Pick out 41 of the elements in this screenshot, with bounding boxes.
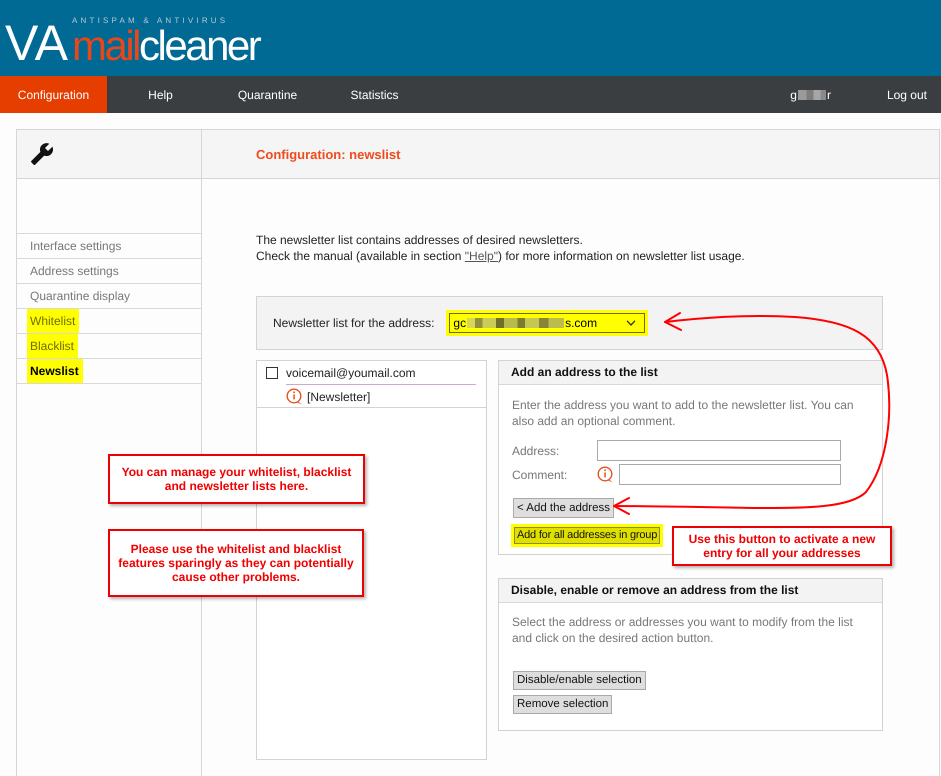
user-name: g r (790, 86, 831, 102)
panel-description: Enter the address you want to add to the newsletter list. You can also add an optional comment. (512, 397, 855, 429)
nav-tab[interactable]: Quarantine (214, 76, 321, 113)
sidebar-item[interactable]: Address settings (17, 259, 201, 284)
entry-comment: [Newsletter] (307, 388, 370, 404)
chevron-down-icon (626, 320, 636, 326)
logo-initials: VA (5, 18, 68, 68)
input-field[interactable] (597, 440, 841, 461)
nav-tab[interactable]: Help (107, 76, 214, 113)
action-button[interactable]: Add for all addresses in group (511, 524, 664, 547)
callout-note: Please use the whitelist and blacklist features sparingly as they can potentially cause other problems. (108, 529, 364, 597)
callout-note: Use this button to activate a new entry for all your addresses (672, 526, 892, 566)
panel-title: Disable, enable or remove an address from the list (499, 579, 882, 603)
entry-address: voicemail@youmail.com (286, 365, 416, 381)
sidebar-item[interactable]: Whitelist (17, 309, 201, 334)
sidebar-item[interactable]: Interface settings (17, 234, 201, 259)
nav-tab[interactable]: Statistics (321, 76, 428, 113)
sidebar-item[interactable]: Blacklist (17, 334, 201, 359)
panel-description: Select the address or addresses you want to modify from the list and click on the desired action button. (512, 614, 854, 646)
panel-title: Add an address to the list (499, 361, 882, 385)
wrench-icon (30, 142, 54, 166)
nav-tab[interactable]: Configuration (0, 76, 107, 113)
help-link[interactable]: "Help" (464, 249, 498, 263)
intro-text: Check the manual (available in section "Help") for more information on newsletter list usage. (256, 248, 746, 264)
logout-link[interactable]: Log out (886, 86, 927, 102)
logo-wordmark: mailcleaner (72, 25, 261, 67)
sidebar-item[interactable]: Newslist (17, 359, 201, 384)
address-select[interactable]: gc s.com (446, 310, 648, 336)
checkbox[interactable] (266, 367, 278, 379)
callout-note: You can manage your whitelist, blacklist and newsletter lists here. (108, 454, 365, 504)
page-title: Configuration: newslist (256, 146, 400, 162)
input-field[interactable] (619, 464, 841, 485)
info-icon (286, 388, 303, 405)
selector-label: Newsletter list for the address: (273, 316, 434, 330)
field-label: Comment: (512, 468, 568, 482)
intro-text: The newsletter list contains addresses of desired newsletters. (256, 232, 584, 248)
logo-tagline: ANTISPAM & ANTIVIRUS (72, 17, 228, 25)
action-button[interactable]: Disable/enable selection (513, 671, 646, 690)
action-button[interactable]: Remove selection (513, 695, 612, 714)
field-label: Address: (512, 444, 560, 458)
action-button[interactable]: < Add the address (513, 498, 614, 518)
